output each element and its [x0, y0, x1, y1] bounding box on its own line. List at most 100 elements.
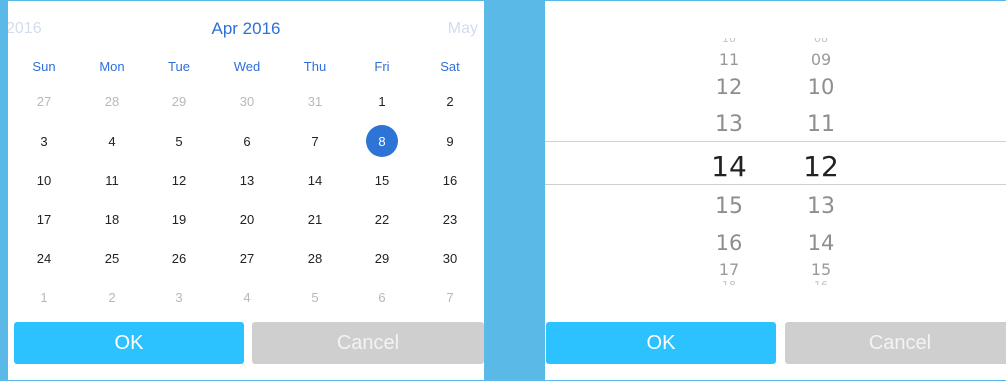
day-cell[interactable]: 5: [295, 279, 335, 315]
day-cell[interactable]: 27: [24, 83, 64, 119]
minute-option[interactable]: 13: [786, 195, 856, 219]
day-cell[interactable]: 23: [430, 201, 470, 237]
day-cell[interactable]: 28: [92, 83, 132, 119]
day-number: 6: [378, 289, 386, 305]
day-number: 4: [243, 289, 251, 305]
day-cell[interactable]: 3: [24, 123, 64, 159]
day-cell[interactable]: 3: [159, 279, 199, 315]
day-cell[interactable]: 26: [159, 240, 199, 276]
day-number: 4: [108, 133, 116, 149]
minute-option[interactable]: 14: [786, 232, 856, 255]
day-cell[interactable]: 12: [159, 162, 199, 198]
day-cell[interactable]: 4: [92, 123, 132, 159]
day-number: 7: [446, 289, 454, 305]
hour-option[interactable]: 15: [694, 195, 764, 219]
day-cell[interactable]: 30: [227, 83, 267, 119]
day-cell[interactable]: 6: [362, 279, 402, 315]
weekday-label: Tue: [168, 59, 190, 74]
day-cell[interactable]: 22: [362, 201, 402, 237]
day-number: 1: [378, 93, 386, 109]
day-cell[interactable]: 31: [295, 83, 335, 119]
day-number: 24: [36, 250, 52, 266]
hour-option[interactable]: 17: [694, 261, 764, 279]
day-cell[interactable]: 11: [92, 162, 132, 198]
day-cell[interactable]: 4: [227, 279, 267, 315]
day-number: 31: [307, 93, 323, 109]
day-number: 18: [104, 211, 120, 227]
day-number: 19: [171, 211, 187, 227]
day-number: 14: [307, 172, 323, 188]
selection-line-bottom: [545, 184, 1006, 185]
day-cell[interactable]: 9: [430, 123, 470, 159]
day-cell[interactable]: 25: [92, 240, 132, 276]
day-cell[interactable]: 16: [430, 162, 470, 198]
day-cell[interactable]: 14: [295, 162, 335, 198]
date-picker-dialog: 2016 Apr 2016 May Sun Mon Tue Wed Thu Fri Sat …: [8, 1, 484, 380]
day-number: 15: [374, 172, 390, 188]
day-number: 6: [243, 133, 251, 149]
time-picker-dialog: 101112131415161718 080910111213141516 OK…: [545, 1, 1006, 380]
day-number: 2: [108, 289, 116, 305]
cancel-button[interactable]: Cancel: [785, 322, 1006, 364]
day-cell[interactable]: 24: [24, 240, 64, 276]
day-cell[interactable]: 13: [227, 162, 267, 198]
day-cell[interactable]: 1: [362, 83, 402, 119]
day-cell[interactable]: 5: [159, 123, 199, 159]
hour-option[interactable]: 18: [694, 280, 764, 285]
day-cell[interactable]: 29: [362, 240, 402, 276]
day-number: 17: [36, 211, 52, 227]
day-cell[interactable]: 19: [159, 201, 199, 237]
day-number: 8: [366, 125, 398, 157]
hour-option[interactable]: 11: [694, 51, 764, 69]
day-cell[interactable]: 15: [362, 162, 402, 198]
day-number: 16: [442, 172, 458, 188]
day-number: 20: [239, 211, 255, 227]
day-number: 12: [171, 172, 187, 188]
minute-option[interactable]: 09: [786, 51, 856, 69]
ok-button[interactable]: OK: [14, 322, 244, 364]
day-cell[interactable]: 30: [430, 240, 470, 276]
month-header: 2016 Apr 2016 May: [8, 1, 484, 57]
hour-option[interactable]: 13: [694, 113, 764, 137]
calendar-day-grid: 27 28 29 30 31 1 2 3 4 5 6 7 8 9 10 11 12 13 14 15 16 17 18 19 2…: [8, 81, 484, 317]
minute-option[interactable]: 11: [786, 113, 856, 137]
day-number: 5: [175, 133, 183, 149]
cancel-button[interactable]: Cancel: [252, 322, 484, 364]
minute-option[interactable]: 15: [786, 261, 856, 279]
selected-hour[interactable]: 14: [694, 152, 764, 182]
day-number: 5: [311, 289, 319, 305]
day-cell[interactable]: 1: [24, 279, 64, 315]
day-cell[interactable]: 2: [430, 83, 470, 119]
day-cell[interactable]: 7: [430, 279, 470, 315]
selected-minute[interactable]: 12: [786, 152, 856, 182]
day-cell[interactable]: 7: [295, 123, 335, 159]
day-number: 29: [171, 93, 187, 109]
day-cell[interactable]: 2: [92, 279, 132, 315]
minute-wheel[interactable]: 08 09 10 11 12 13 14 1516: [786, 1, 856, 301]
day-cell[interactable]: 29: [159, 83, 199, 119]
ok-button[interactable]: OK: [546, 322, 776, 364]
day-number: 22: [374, 211, 390, 227]
day-number: 3: [40, 133, 48, 149]
time-picker-buttons: OK Cancel: [546, 322, 1006, 366]
day-cell[interactable]: 18: [92, 201, 132, 237]
day-cell[interactable]: 6: [227, 123, 267, 159]
hour-option[interactable]: 16: [694, 232, 764, 255]
day-cell[interactable]: 28: [295, 240, 335, 276]
next-month-label[interactable]: May: [448, 20, 478, 38]
day-cell[interactable]: 21: [295, 201, 335, 237]
day-number: 23: [442, 211, 458, 227]
day-cell[interactable]: 27: [227, 240, 267, 276]
day-cell[interactable]: 20: [227, 201, 267, 237]
current-month-title: Apr 2016: [211, 19, 281, 38]
day-cell[interactable]: 10: [24, 162, 64, 198]
weekday-label: Thu: [303, 59, 327, 74]
minute-option[interactable]: 16: [786, 280, 856, 285]
minute-option[interactable]: 10: [786, 76, 856, 99]
hour-wheel[interactable]: 10 11 12 13 14 15 16 1718: [694, 1, 764, 301]
selected-day-cell[interactable]: 8: [362, 123, 402, 159]
hour-option[interactable]: 12: [694, 76, 764, 99]
minute-option[interactable]: 08: [786, 38, 856, 44]
day-cell[interactable]: 17: [24, 201, 64, 237]
hour-option[interactable]: 10: [694, 38, 764, 44]
